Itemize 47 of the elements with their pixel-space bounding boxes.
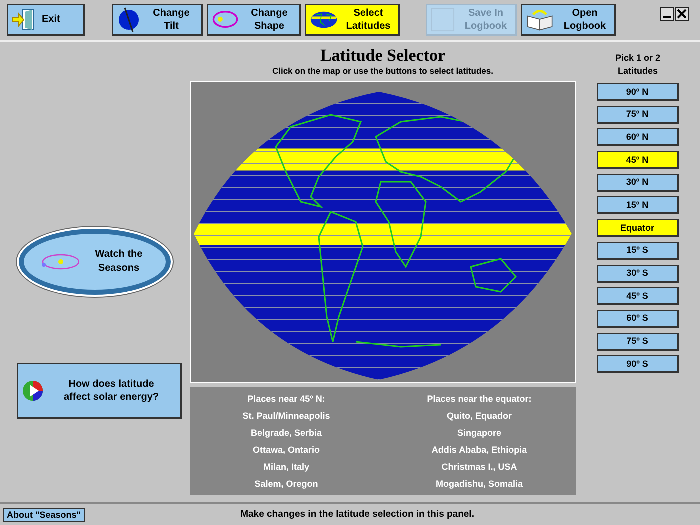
place-name: Christmas I., USA — [442, 461, 518, 474]
page-subtitle: Click on the map or use the buttons to select latitudes. — [272, 65, 494, 77]
exit-door-icon — [12, 8, 36, 32]
places-heading: Places near 45º N: — [248, 393, 326, 406]
toolbar-button[interactable]: Select Latitudes — [304, 4, 400, 36]
map-icon — [310, 10, 338, 28]
watch-seasons-button[interactable]: Watch the Seasons — [19, 229, 171, 295]
toolbar-button[interactable]: Exit — [7, 4, 85, 36]
close-icon[interactable] — [675, 7, 689, 21]
solar-energy-button[interactable]: How does latitude affect solar energy? — [16, 363, 182, 419]
toolbar-button[interactable]: Change Tilt — [112, 4, 202, 36]
page-title: Latitude Selector — [320, 47, 446, 65]
globe-icon — [116, 6, 140, 34]
latitude-button[interactable]: 15º S — [597, 242, 679, 260]
place-name: Mogadishu, Somalia — [436, 478, 523, 491]
toolbar-button[interactable]: Open Logbook — [521, 4, 616, 36]
latitude-button[interactable]: Equator — [597, 219, 679, 238]
latitude-button[interactable]: 90º N — [597, 83, 679, 101]
place-name: Addis Ababa, Ethiopia — [432, 444, 528, 457]
latitude-button[interactable]: 60º N — [597, 128, 679, 146]
places-heading: Places near the equator: — [427, 393, 532, 406]
play-icon — [22, 380, 44, 402]
orbit-ellipse-icon — [212, 10, 238, 29]
place-name: St. Paul/Minneapolis — [242, 410, 330, 423]
latitude-button[interactable]: 15º N — [597, 196, 679, 214]
minimize-icon[interactable] — [660, 7, 674, 21]
place-name: Singapore — [457, 427, 502, 440]
latitude-button[interactable]: 30º S — [597, 264, 679, 282]
latitude-button[interactable]: 75º S — [597, 332, 679, 351]
latitude-button[interactable]: 45º S — [597, 287, 679, 306]
latitude-button[interactable]: 90º S — [597, 355, 679, 374]
place-name: Belgrade, Serbia — [250, 427, 322, 440]
toolbar-button[interactable]: Change Shape — [206, 4, 300, 36]
status-text: Make changes in the latitude selection in this panel. — [240, 509, 476, 520]
latitude-button[interactable]: 60º S — [597, 310, 679, 328]
latitude-button[interactable]: 45º N — [597, 151, 679, 170]
place-name: Quito, Equador — [447, 410, 512, 423]
world-map[interactable] — [191, 82, 575, 382]
latitude-button[interactable]: 75º N — [597, 106, 679, 124]
place-name: Milan, Italy — [263, 461, 310, 474]
latitude-button[interactable]: 30º N — [597, 174, 679, 192]
continent-outline — [470, 258, 518, 293]
place-name: Salem, Oregon — [254, 478, 318, 491]
picker-heading: Pick 1 or 2 Latitudes — [614, 52, 662, 78]
open-book-icon — [526, 8, 554, 31]
place-name: Ottawa, Ontario — [252, 444, 320, 457]
about-button[interactable]: About "Seasons" — [3, 508, 86, 522]
